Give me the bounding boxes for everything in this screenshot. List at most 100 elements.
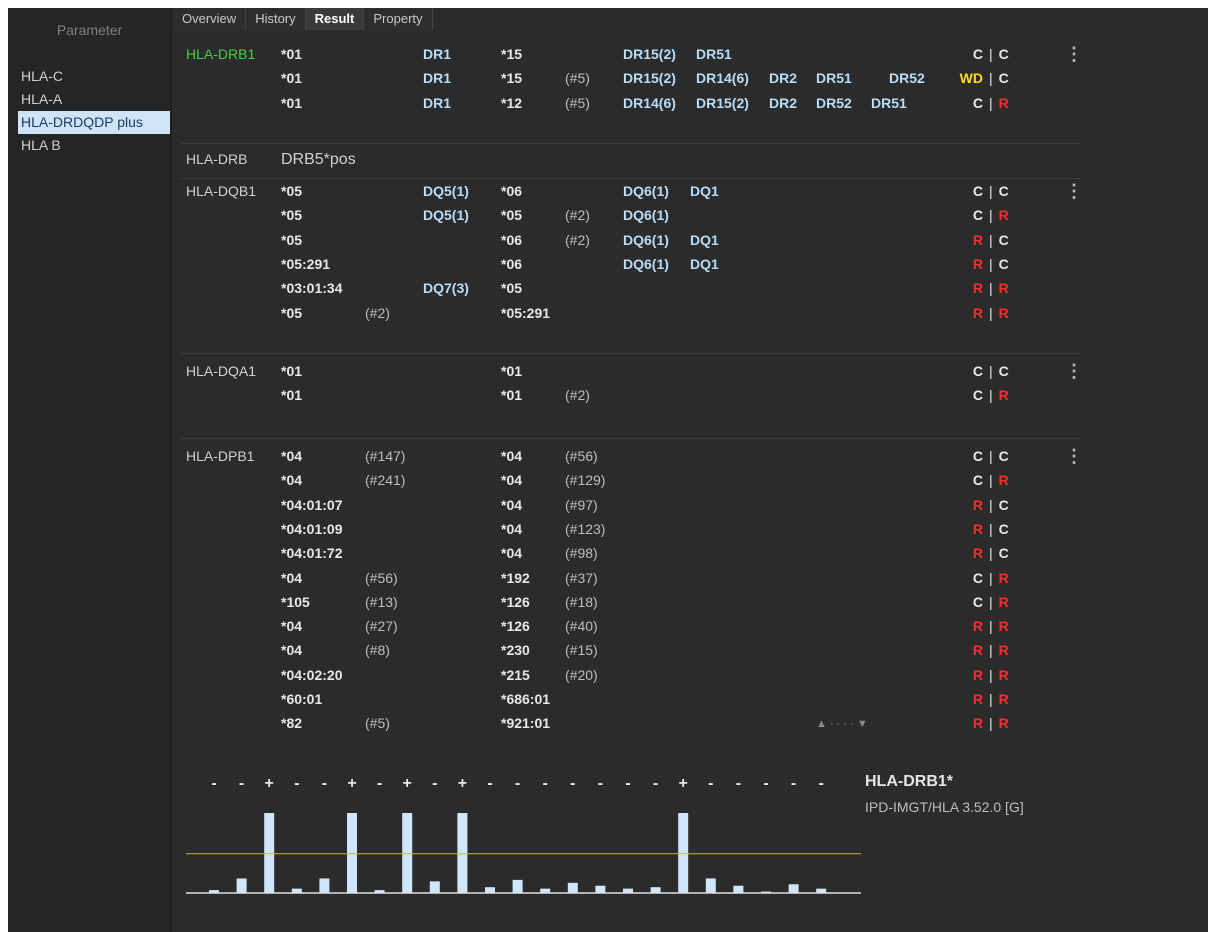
flag-2: R bbox=[998, 691, 1009, 707]
serotype-2: DR15(2) bbox=[623, 46, 676, 62]
tab-history[interactable]: History bbox=[246, 8, 306, 30]
match-flags: R | R bbox=[959, 691, 1009, 707]
tab-property[interactable]: Property bbox=[364, 8, 433, 30]
serotype-2: DR15(2) bbox=[696, 94, 749, 111]
allele-2: *01 bbox=[501, 363, 523, 379]
flag-2: C bbox=[998, 496, 1009, 513]
result-row: *82 (#5) *921:01 R | R bbox=[173, 715, 1093, 735]
flag-1: R bbox=[972, 496, 983, 513]
sign-label: - bbox=[239, 775, 244, 792]
allele-1: *04 bbox=[281, 642, 303, 659]
flag-separator: | bbox=[989, 642, 993, 659]
sidebar-item[interactable]: HLA B bbox=[18, 134, 170, 157]
match-flags: C | R bbox=[959, 207, 1009, 223]
allele-1: *05 bbox=[281, 207, 303, 224]
sign-label: - bbox=[763, 775, 768, 792]
flag-separator: | bbox=[989, 387, 993, 404]
flag-separator: | bbox=[989, 520, 993, 537]
sidebar-item[interactable]: HLA-A bbox=[18, 88, 170, 111]
allele-1: *82 bbox=[281, 715, 303, 732]
section-divider bbox=[181, 178, 1081, 179]
locus-label: HLA-DRB bbox=[186, 151, 248, 167]
signal-bar bbox=[678, 813, 689, 893]
serotype-1: DR1 bbox=[423, 94, 452, 111]
allele-2-note: (#123) bbox=[565, 520, 606, 537]
flag-2: C bbox=[998, 70, 1009, 87]
flag-1: R bbox=[972, 304, 983, 321]
tab-result[interactable]: Result bbox=[305, 8, 365, 30]
flag-1: C bbox=[972, 363, 983, 379]
tab-bar: Overview History Result Property bbox=[173, 8, 1208, 30]
serotype-2: DR14(6) bbox=[623, 94, 676, 111]
serotype-2: DR52 bbox=[816, 94, 852, 111]
sidebar-item[interactable]: HLA-DRDQDP plus bbox=[18, 111, 170, 134]
flag-1-wrap: C bbox=[959, 570, 983, 586]
sign-label: + bbox=[403, 775, 412, 792]
allele-2: *686:01 bbox=[501, 691, 551, 707]
sidebar-item[interactable]: HLA-C bbox=[18, 65, 170, 88]
match-flags: R | C bbox=[959, 232, 1009, 248]
flag-2: R bbox=[998, 304, 1009, 321]
flag-2: R bbox=[998, 666, 1009, 683]
allele-1: *04 bbox=[281, 448, 303, 464]
allele-1: *03:01:34 bbox=[281, 280, 343, 297]
match-flags: C | R bbox=[959, 472, 1009, 488]
flag-1-wrap: C bbox=[959, 387, 983, 403]
flag-separator: | bbox=[989, 280, 993, 297]
flag-1: C bbox=[972, 593, 983, 610]
allele-2-note: (#56) bbox=[565, 448, 598, 464]
sign-label: - bbox=[377, 775, 382, 792]
serotype-1: DQ5(1) bbox=[423, 183, 469, 199]
flag-2: R bbox=[998, 387, 1009, 404]
allele-2: *126 bbox=[501, 593, 530, 610]
flag-1-wrap: C bbox=[959, 448, 983, 464]
flag-1-wrap: WD bbox=[959, 70, 983, 86]
flag-1-wrap: C bbox=[959, 207, 983, 223]
flag-separator: | bbox=[989, 94, 993, 111]
result-row: *04:01:09 *04 (#123) R | C bbox=[173, 521, 1093, 541]
match-flags: C | C bbox=[959, 46, 1009, 62]
sign-label: - bbox=[294, 775, 299, 792]
match-flags: C | R bbox=[959, 570, 1009, 586]
signal-chart: - - + - - + - + - + - - - - - - - + - - - - - bbox=[173, 753, 873, 903]
flag-1-wrap: R bbox=[959, 667, 983, 683]
allele-1: *01 bbox=[281, 363, 303, 379]
tabs: Overview History Result Property bbox=[173, 8, 433, 30]
signal-title: HLA-DRB1* bbox=[865, 773, 953, 790]
signal-bar bbox=[457, 813, 468, 893]
allele-2: *04 bbox=[501, 520, 523, 537]
match-flags: C | R bbox=[959, 95, 1009, 111]
flag-1-wrap: R bbox=[959, 691, 983, 707]
allele-2-note: (#18) bbox=[565, 593, 598, 610]
flag-separator: | bbox=[989, 70, 993, 87]
tab-overview[interactable]: Overview bbox=[173, 8, 247, 30]
allele-2: *06 bbox=[501, 231, 523, 248]
flag-separator: | bbox=[989, 207, 993, 224]
match-flags: R | C bbox=[959, 521, 1009, 537]
sign-label: + bbox=[458, 775, 467, 792]
scroll-indicator[interactable]: ▲ · · · · ▼ bbox=[816, 718, 868, 730]
result-row: *05 DQ5(1) *06 DQ6(1) DQ1 C | C bbox=[173, 183, 1093, 203]
flag-separator: | bbox=[989, 231, 993, 248]
flag-1-wrap: R bbox=[959, 618, 983, 634]
allele-2: *06 bbox=[501, 183, 523, 199]
allele-1: *04:02:20 bbox=[281, 666, 343, 683]
flag-separator: | bbox=[989, 715, 993, 732]
flag-1-wrap: R bbox=[959, 545, 983, 561]
allele-2-note: (#2) bbox=[565, 207, 590, 224]
flag-1-wrap: R bbox=[959, 232, 983, 248]
match-flags: C | C bbox=[959, 183, 1009, 199]
flag-2: R bbox=[998, 715, 1009, 732]
allele-1-note: (#5) bbox=[365, 715, 390, 732]
flag-1: R bbox=[972, 280, 983, 297]
flag-1-wrap: C bbox=[959, 594, 983, 610]
result-row: *04 (#147) *04 (#56) C | C bbox=[173, 448, 1093, 468]
sign-label: - bbox=[625, 775, 630, 792]
allele-2: *230 bbox=[501, 642, 530, 659]
signal-bar bbox=[485, 887, 495, 893]
flag-1: C bbox=[972, 46, 983, 62]
result-row: *03:01:34 DQ7(3) *05 R | R bbox=[173, 280, 1093, 300]
result-panel[interactable]: HLA-DRB1 ⋮ *01 DR1 *15 DR15(2) DR51 C | C *01 DR1 *1… bbox=[173, 38, 1208, 746]
flag-2: R bbox=[998, 472, 1009, 489]
allele-1: *01 bbox=[281, 70, 303, 87]
